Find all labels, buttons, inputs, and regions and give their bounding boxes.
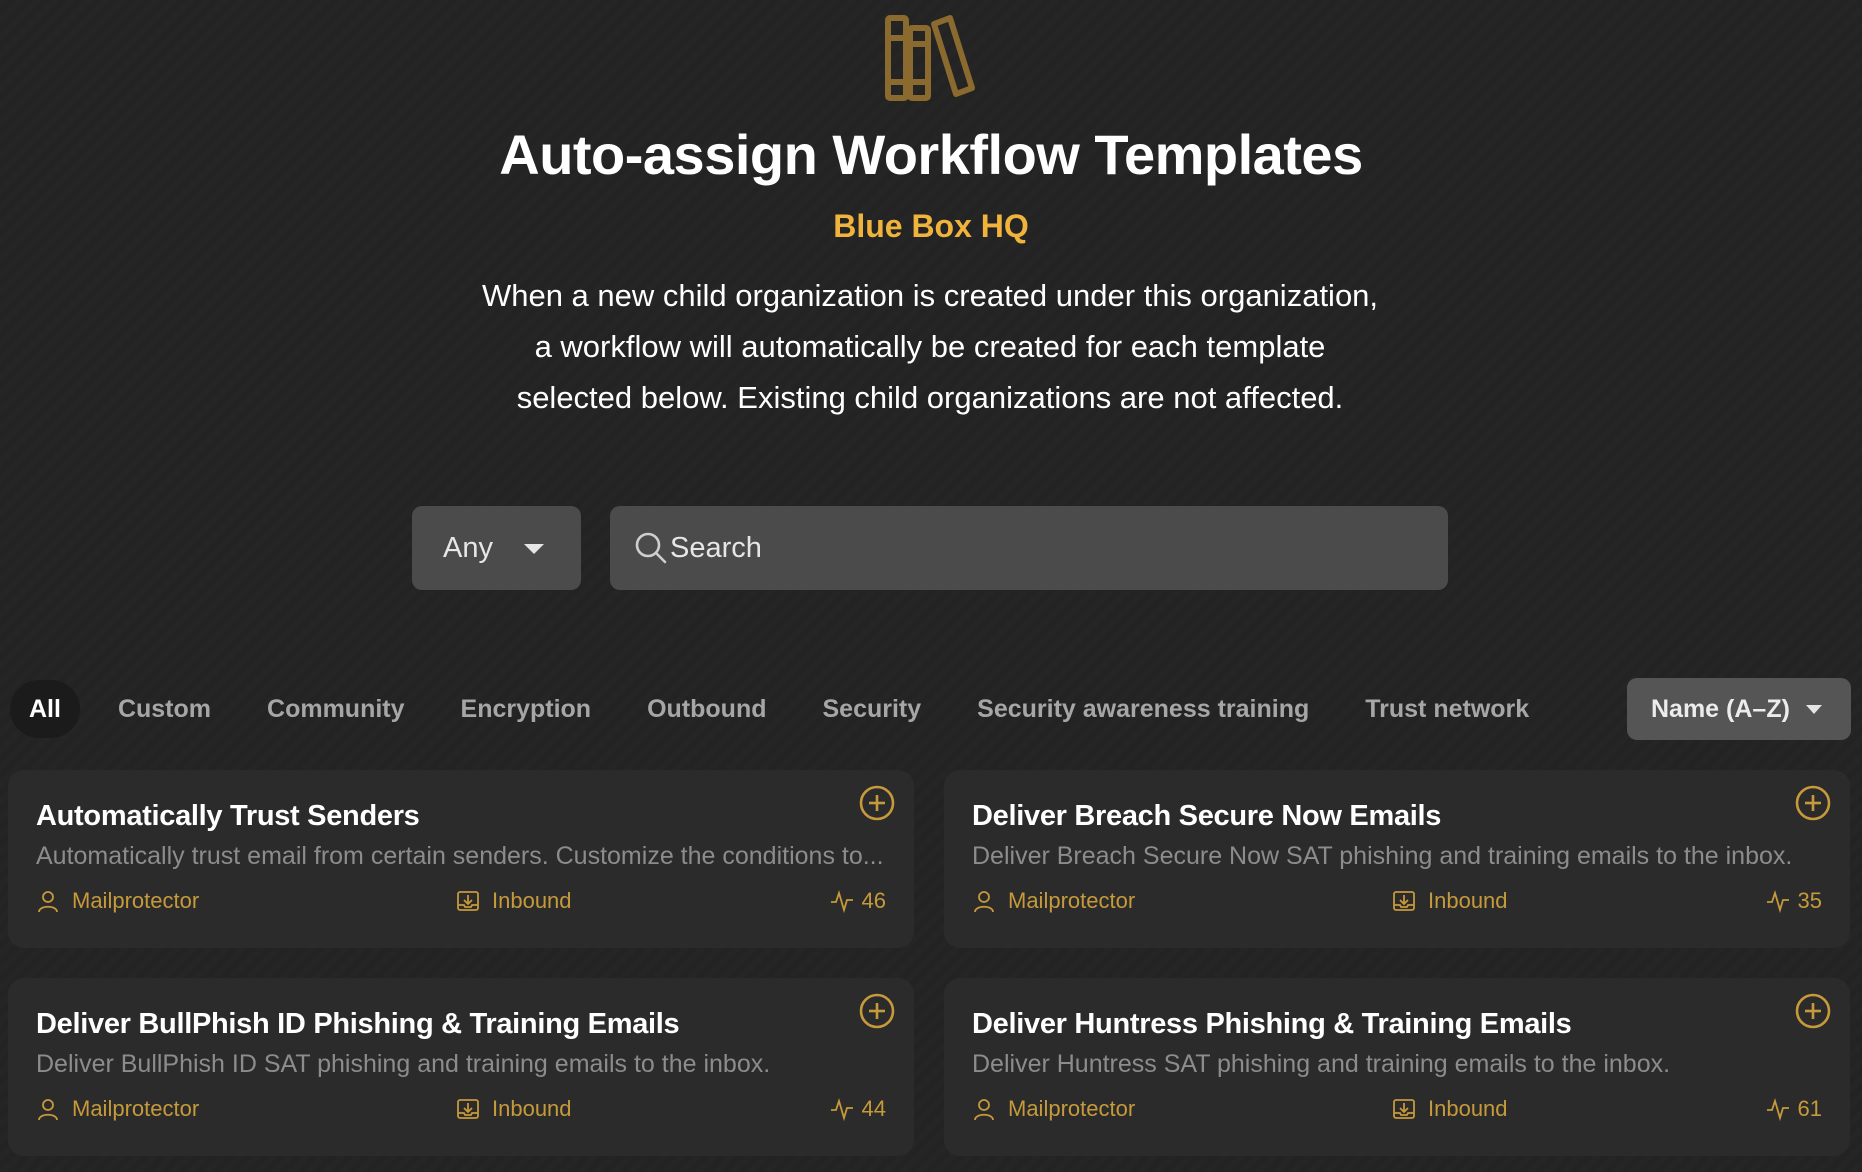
tab-encryption[interactable]: Encryption xyxy=(433,680,620,738)
organization-name: Blue Box HQ xyxy=(833,208,1029,244)
card-author: Mailprotector xyxy=(36,1096,199,1122)
user-icon xyxy=(38,891,58,913)
card-author: Mailprotector xyxy=(972,1096,1135,1122)
search-input[interactable] xyxy=(670,531,1430,565)
user-icon xyxy=(38,1099,58,1121)
filter-select-value: Any xyxy=(443,531,493,564)
description-line: selected below. Existing child organizat… xyxy=(516,380,1344,415)
activity-pulse-icon xyxy=(830,1097,853,1121)
inbox-download-icon xyxy=(457,1099,479,1119)
template-card[interactable]: Deliver Huntress Phishing & Training Ema… xyxy=(944,978,1850,1156)
activity-count: 61 xyxy=(1797,1096,1822,1121)
direction-label: Inbound xyxy=(1428,888,1508,913)
author-name: Mailprotector xyxy=(1008,888,1136,913)
page: Auto-assign Workflow Templates Blue Box … xyxy=(0,0,1862,1172)
tab-outbound[interactable]: Outbound xyxy=(619,680,794,738)
category-tabs: All Custom Community Encryption Outbound… xyxy=(10,680,1557,738)
direction-label: Inbound xyxy=(492,888,572,913)
card-direction: Inbound xyxy=(456,1096,572,1122)
card-title: Deliver Breach Secure Now Emails xyxy=(972,800,1442,832)
direction-label: Inbound xyxy=(492,1096,572,1121)
tab-all[interactable]: All xyxy=(10,680,80,738)
tab-community[interactable]: Community xyxy=(239,680,433,738)
search-icon xyxy=(635,532,667,564)
activity-count: 44 xyxy=(861,1096,886,1121)
inbox-download-icon xyxy=(1393,1099,1415,1119)
card-direction: Inbound xyxy=(1392,888,1508,914)
books-icon xyxy=(885,15,975,101)
description-line: When a new child organization is created… xyxy=(481,278,1379,313)
card-description: Deliver BullPhish ID SAT phishing and tr… xyxy=(36,1050,771,1078)
card-activity: 46 xyxy=(830,888,886,914)
card-direction: Inbound xyxy=(456,888,572,914)
author-name: Mailprotector xyxy=(1008,1096,1136,1121)
inbox-download-icon xyxy=(457,891,479,911)
user-icon xyxy=(974,1099,994,1121)
caret-down-icon xyxy=(524,544,544,554)
card-title: Automatically Trust Senders xyxy=(36,800,420,832)
template-card[interactable]: Deliver Breach Secure Now Emails Deliver… xyxy=(944,770,1850,948)
author-name: Mailprotector xyxy=(72,1096,200,1121)
add-circle-icon[interactable] xyxy=(1794,992,1832,1030)
add-circle-icon[interactable] xyxy=(858,992,896,1030)
tab-security-awareness-training[interactable]: Security awareness training xyxy=(949,680,1337,738)
tab-custom[interactable]: Custom xyxy=(90,680,239,738)
tab-trust-network[interactable]: Trust network xyxy=(1337,680,1557,738)
sort-select-value: Name (A–Z) xyxy=(1651,694,1790,723)
card-activity: 35 xyxy=(1766,888,1822,914)
card-activity: 44 xyxy=(830,1096,886,1122)
activity-pulse-icon xyxy=(1766,1097,1789,1121)
card-description: Deliver Breach Secure Now SAT phishing a… xyxy=(972,842,1793,870)
activity-pulse-icon xyxy=(830,889,853,913)
card-author: Mailprotector xyxy=(972,888,1135,914)
filter-select[interactable]: Any xyxy=(412,506,581,590)
card-description: Automatically trust email from certain s… xyxy=(36,842,884,870)
page-description: When a new child organization is created… xyxy=(380,270,1480,423)
card-title: Deliver Huntress Phishing & Training Ema… xyxy=(972,1008,1572,1040)
caret-down-icon xyxy=(1806,705,1822,714)
page-title: Auto-assign Workflow Templates xyxy=(499,123,1363,186)
activity-pulse-icon xyxy=(1766,889,1789,913)
card-activity: 61 xyxy=(1766,1096,1822,1122)
inbox-download-icon xyxy=(1393,891,1415,911)
card-direction: Inbound xyxy=(1392,1096,1508,1122)
add-circle-icon[interactable] xyxy=(1794,784,1832,822)
card-description: Deliver Huntress SAT phishing and traini… xyxy=(972,1050,1671,1078)
card-author: Mailprotector xyxy=(36,888,199,914)
sort-select[interactable]: Name (A–Z) xyxy=(1627,678,1851,740)
template-card[interactable]: Automatically Trust Senders Automaticall… xyxy=(8,770,914,948)
activity-count: 46 xyxy=(861,888,886,913)
description-line: a workflow will automatically be created… xyxy=(534,329,1326,364)
template-card[interactable]: Deliver BullPhish ID Phishing & Training… xyxy=(8,978,914,1156)
activity-count: 35 xyxy=(1797,888,1822,913)
tab-security[interactable]: Security xyxy=(795,680,950,738)
author-name: Mailprotector xyxy=(72,888,200,913)
search-box[interactable] xyxy=(610,506,1448,590)
card-title: Deliver BullPhish ID Phishing & Training… xyxy=(36,1008,680,1040)
user-icon xyxy=(974,891,994,913)
direction-label: Inbound xyxy=(1428,1096,1508,1121)
add-circle-icon[interactable] xyxy=(858,784,896,822)
